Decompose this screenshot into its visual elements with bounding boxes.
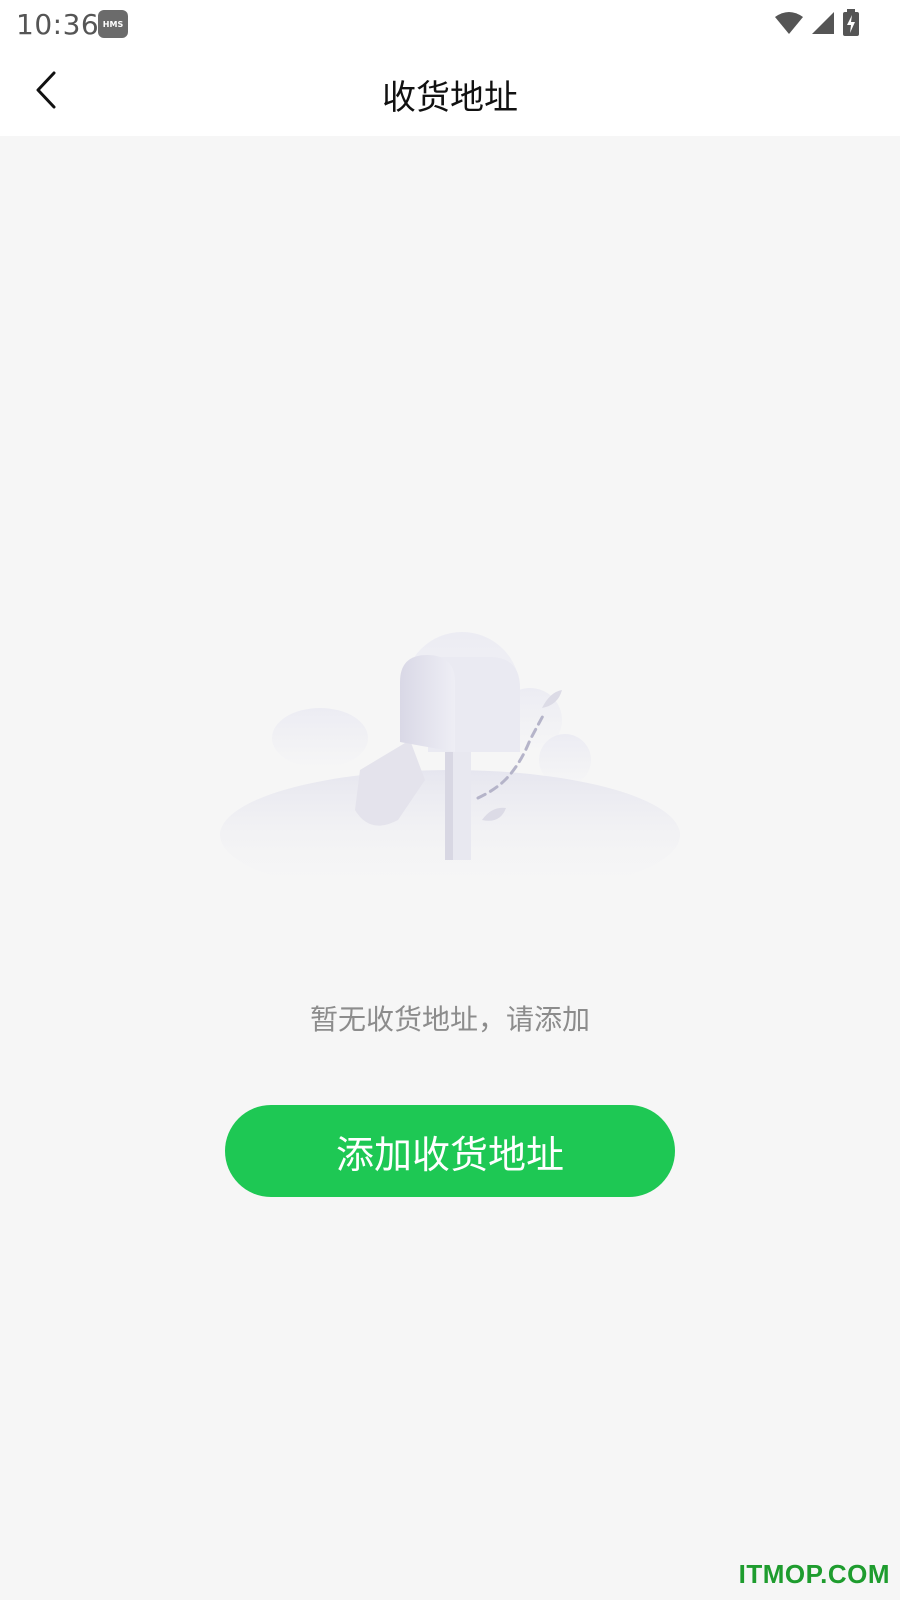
page-title: 收货地址 xyxy=(382,78,518,118)
empty-message: 暂无收货地址，请添加 xyxy=(309,1003,590,1036)
hms-badge: HMS xyxy=(98,10,128,38)
screen: 10:36 HMS 收货地址 暂无收货地址，请添加 添加收货地址 ITMOP.C… xyxy=(0,0,900,1600)
header: 收货地址 xyxy=(0,50,900,136)
status-time: 10:36 xyxy=(16,8,100,41)
mailbox-illustration xyxy=(220,620,680,920)
watermark: ITMOP.COM xyxy=(738,1559,890,1589)
wifi-icon xyxy=(774,11,804,39)
add-address-button[interactable]: 添加收货地址 xyxy=(225,1105,675,1197)
status-icons xyxy=(774,9,860,41)
status-bar: 10:36 HMS xyxy=(0,0,900,50)
signal-icon xyxy=(810,11,836,39)
battery-charging-icon xyxy=(842,9,860,41)
